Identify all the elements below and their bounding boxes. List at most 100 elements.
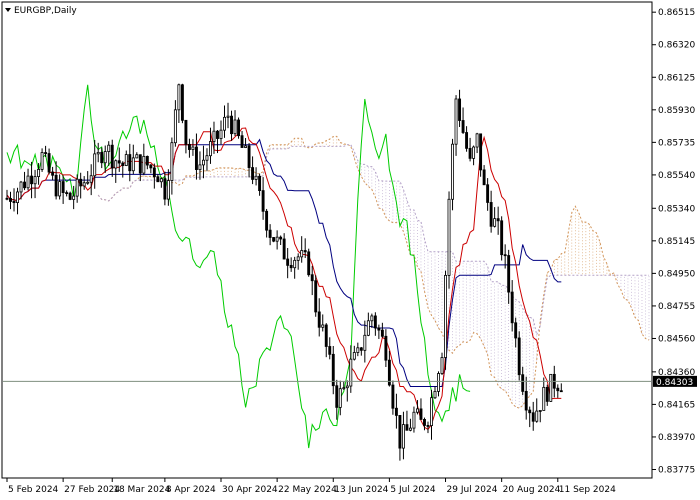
candle-body xyxy=(198,164,202,170)
candle-body xyxy=(482,169,486,186)
y-tick-label: 0.85930 xyxy=(658,106,695,116)
candle-body xyxy=(75,178,79,197)
x-tick-label: 18 Mar 2024 xyxy=(113,485,170,495)
candle-body xyxy=(26,175,30,189)
candle-body xyxy=(524,390,528,411)
candle-body xyxy=(223,116,226,131)
candle-body xyxy=(500,220,504,256)
price-chart[interactable]: 0.86515 0.86320 0.86125 0.85930 0.85735 0.855… xyxy=(0,0,700,500)
current-price-label: 0.84303 xyxy=(656,378,693,388)
candle-body xyxy=(89,175,93,183)
candle-body xyxy=(531,412,535,422)
symbol-header[interactable]: EURGBP,Daily xyxy=(5,6,77,16)
candle-body xyxy=(356,347,360,353)
candle-body xyxy=(219,129,223,139)
candle-body xyxy=(282,238,286,260)
candle-body xyxy=(79,178,83,187)
candle-body xyxy=(359,347,363,351)
candle-body xyxy=(251,167,255,180)
candle-body xyxy=(237,119,240,137)
candle-body xyxy=(517,337,521,376)
candle-body xyxy=(187,143,191,150)
candle-body xyxy=(345,385,349,389)
candle-body xyxy=(303,250,307,253)
candle-body xyxy=(324,324,328,347)
candle-body xyxy=(170,142,174,181)
candle-body xyxy=(180,84,184,121)
candle-body xyxy=(426,425,430,427)
candle-body xyxy=(240,135,244,148)
candle-body xyxy=(254,175,258,180)
candle-body xyxy=(191,146,195,150)
candle-body xyxy=(100,151,104,164)
candle-body xyxy=(472,146,476,159)
candle-body xyxy=(96,151,100,155)
candle-body xyxy=(142,155,146,174)
candle-body xyxy=(338,388,342,408)
candle-body xyxy=(370,315,374,322)
candle-body xyxy=(454,98,458,145)
candle-body xyxy=(475,133,479,148)
candle-body xyxy=(535,410,539,422)
candle-body xyxy=(419,408,423,420)
candle-body xyxy=(216,130,219,139)
x-tick-label: 30 Apr 2024 xyxy=(222,485,278,495)
candle-body xyxy=(268,229,272,238)
candle-body xyxy=(528,409,532,414)
candle-body xyxy=(416,408,419,413)
candle-body xyxy=(107,144,111,152)
candle-body xyxy=(342,387,346,390)
candle-body xyxy=(19,181,23,193)
x-tick-label: 27 Feb 2024 xyxy=(64,485,120,495)
candle-body xyxy=(377,327,381,331)
candle-body xyxy=(131,157,135,172)
candle-body xyxy=(226,115,230,118)
candle-body xyxy=(384,335,388,361)
candle-body xyxy=(321,324,325,328)
candle-body xyxy=(149,164,153,169)
symbol-title: EURGBP,Daily xyxy=(14,6,77,16)
candle-body xyxy=(363,334,367,351)
candle-body xyxy=(542,386,546,411)
y-tick-label: 0.85340 xyxy=(658,204,695,214)
candle-body xyxy=(184,119,188,145)
chart-window[interactable]: 0.86515 0.86320 0.86125 0.85930 0.85735 0.855… xyxy=(0,0,700,500)
candle-body xyxy=(65,192,69,195)
candle-body xyxy=(177,84,181,111)
candle-body xyxy=(261,190,265,212)
candle-body xyxy=(121,162,125,166)
y-tick-label: 0.84755 xyxy=(658,302,695,312)
candle-body xyxy=(412,411,416,429)
candle-body xyxy=(335,385,339,408)
candle-body xyxy=(23,181,26,189)
candle-body xyxy=(493,218,497,227)
candle-body xyxy=(503,254,507,257)
candle-body xyxy=(128,154,132,172)
candle-body xyxy=(468,147,472,159)
candle-body xyxy=(510,291,514,324)
candle-body xyxy=(458,98,462,121)
candle-body xyxy=(394,407,398,416)
candle-body xyxy=(124,154,128,166)
x-tick-label: 5 Feb 2024 xyxy=(8,485,59,495)
candle-body xyxy=(293,259,297,269)
candle-body xyxy=(37,169,41,177)
candle-body xyxy=(202,159,205,166)
candle-body xyxy=(244,145,248,148)
x-tick-label: 20 Aug 2024 xyxy=(503,485,561,495)
candle-body xyxy=(444,274,447,358)
candle-body xyxy=(145,155,149,166)
candle-body xyxy=(423,419,426,426)
candle-body xyxy=(310,274,314,282)
candle-body xyxy=(549,373,553,402)
candle-body xyxy=(209,141,212,157)
candle-body xyxy=(47,153,51,173)
candle-body xyxy=(194,146,198,170)
candle-body xyxy=(489,202,493,227)
candle-body xyxy=(286,258,290,266)
candle-body xyxy=(138,154,142,174)
candle-body xyxy=(110,144,114,169)
candle-body xyxy=(279,236,283,240)
candle-body xyxy=(173,109,177,144)
candle-body xyxy=(328,346,332,355)
